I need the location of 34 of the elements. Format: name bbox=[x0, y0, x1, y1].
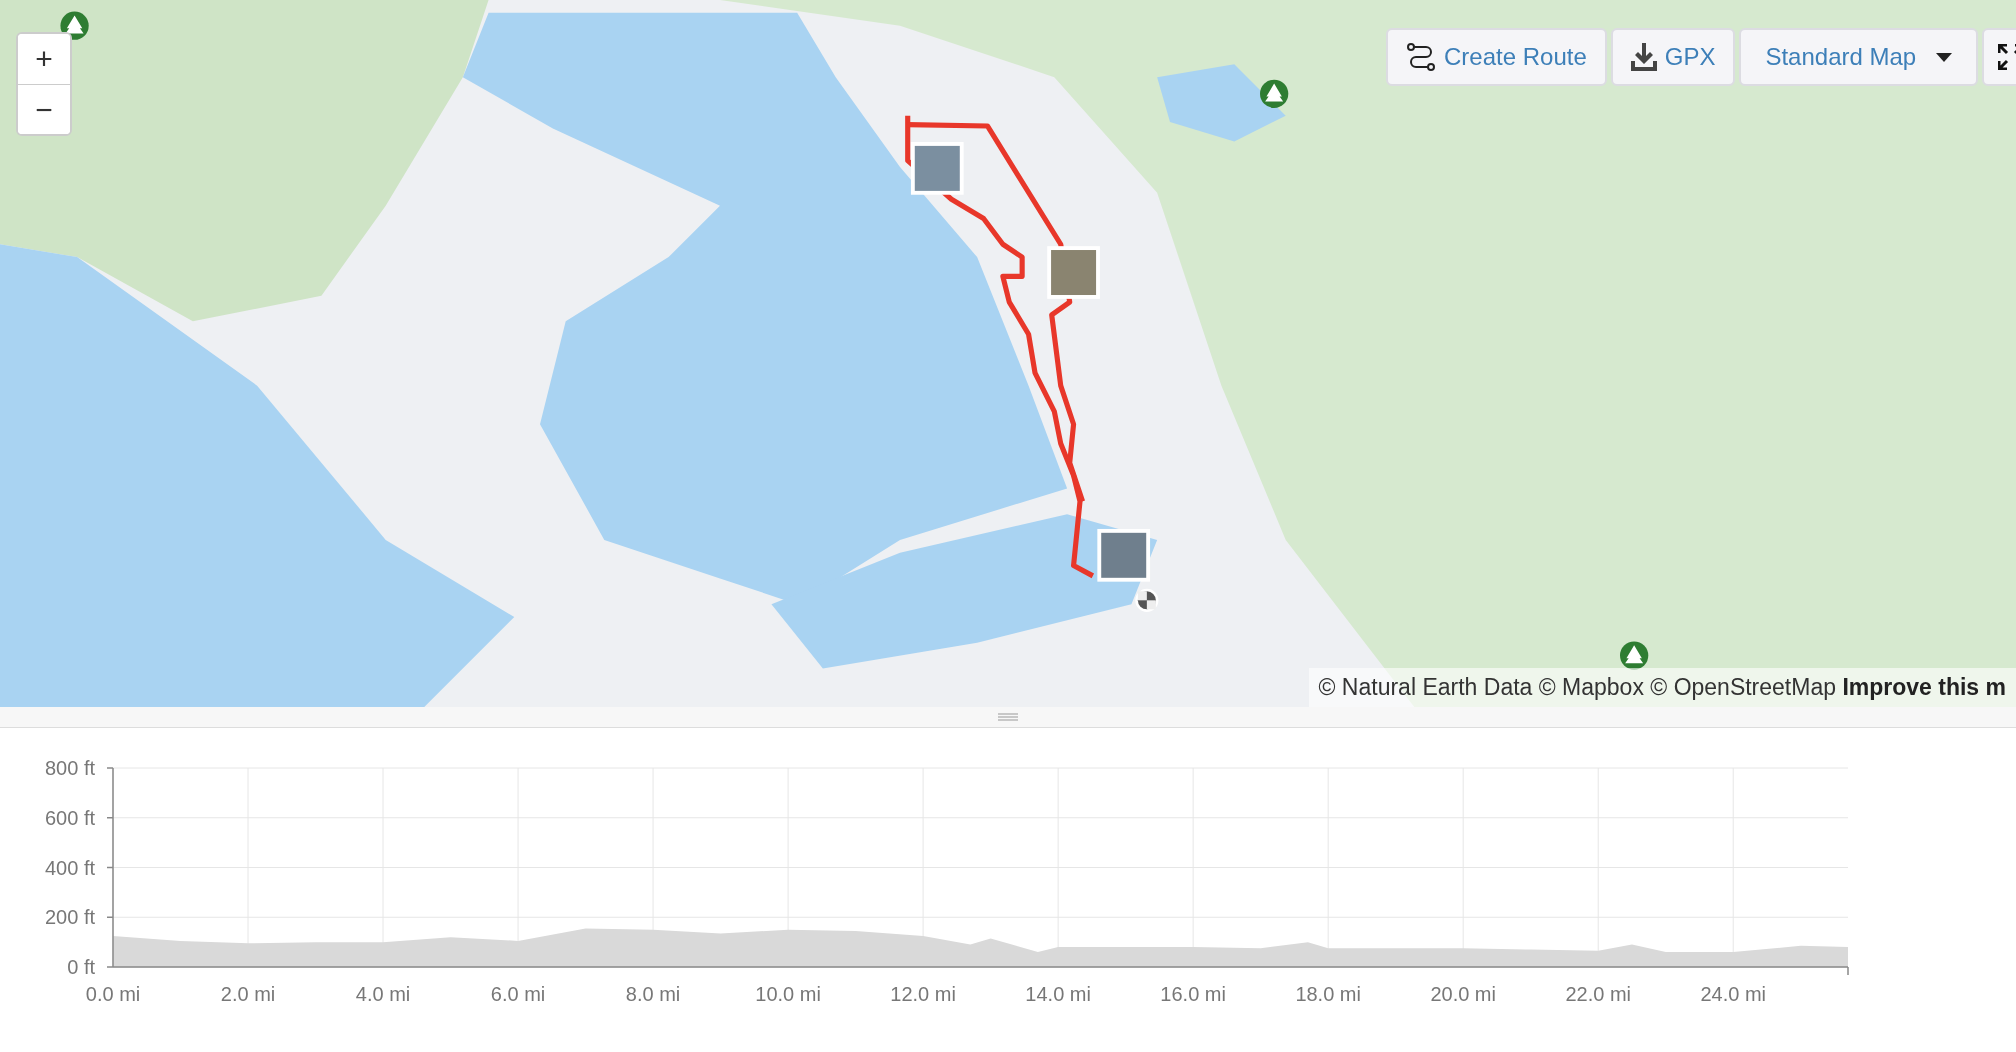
drag-handle-icon[interactable] bbox=[998, 713, 1018, 721]
x-tick-label: 24.0 mi bbox=[1700, 983, 1767, 1005]
photo-placeholder[interactable] bbox=[1097, 528, 1151, 582]
x-tick-label: 8.0 mi bbox=[625, 983, 681, 1005]
map-attribution: © Natural Earth Data © Mapbox © OpenStreetMap Improve this m bbox=[1308, 668, 2016, 707]
x-tick-label: 12.0 mi bbox=[890, 983, 956, 1005]
zoom-out-button[interactable]: − bbox=[18, 84, 70, 134]
photo-placeholder[interactable] bbox=[1047, 246, 1100, 299]
x-tick-label: 16.0 mi bbox=[1160, 983, 1226, 1005]
improve-map-link[interactable]: Improve this m bbox=[1842, 674, 2006, 700]
y-tick-label: 600 ft bbox=[44, 806, 95, 829]
map-style-dropdown[interactable]: Standard Map bbox=[1739, 28, 1979, 86]
y-tick-label: 800 ft bbox=[44, 757, 95, 779]
download-icon bbox=[1630, 43, 1657, 71]
route-icon bbox=[1406, 42, 1436, 72]
y-tick-label: 400 ft bbox=[44, 856, 95, 879]
y-tick-label: 0 ft bbox=[67, 956, 95, 978]
x-tick-label: 2.0 mi bbox=[220, 983, 276, 1005]
finish-flag-icon bbox=[1135, 588, 1159, 612]
tree-icon bbox=[1620, 641, 1649, 670]
tree-icon bbox=[1260, 79, 1289, 108]
caret-icon bbox=[1936, 52, 1953, 62]
x-tick-label: 14.0 mi bbox=[1025, 983, 1091, 1005]
create-route-button[interactable]: Create Route bbox=[1386, 28, 1607, 86]
x-tick-label: 20.0 mi bbox=[1430, 983, 1496, 1005]
y-tick-label: 200 ft bbox=[44, 906, 95, 929]
x-tick-label: 6.0 mi bbox=[490, 983, 546, 1005]
x-tick-label: 0.0 mi bbox=[85, 983, 141, 1005]
photo-placeholder[interactable] bbox=[910, 142, 964, 195]
x-tick-label: 4.0 mi bbox=[355, 983, 411, 1005]
x-tick-label: 10.0 mi bbox=[755, 983, 821, 1005]
x-tick-label: 18.0 mi bbox=[1295, 983, 1361, 1005]
x-tick-label: 22.0 mi bbox=[1565, 983, 1631, 1005]
gpx-download-button[interactable]: GPX bbox=[1610, 28, 1736, 86]
